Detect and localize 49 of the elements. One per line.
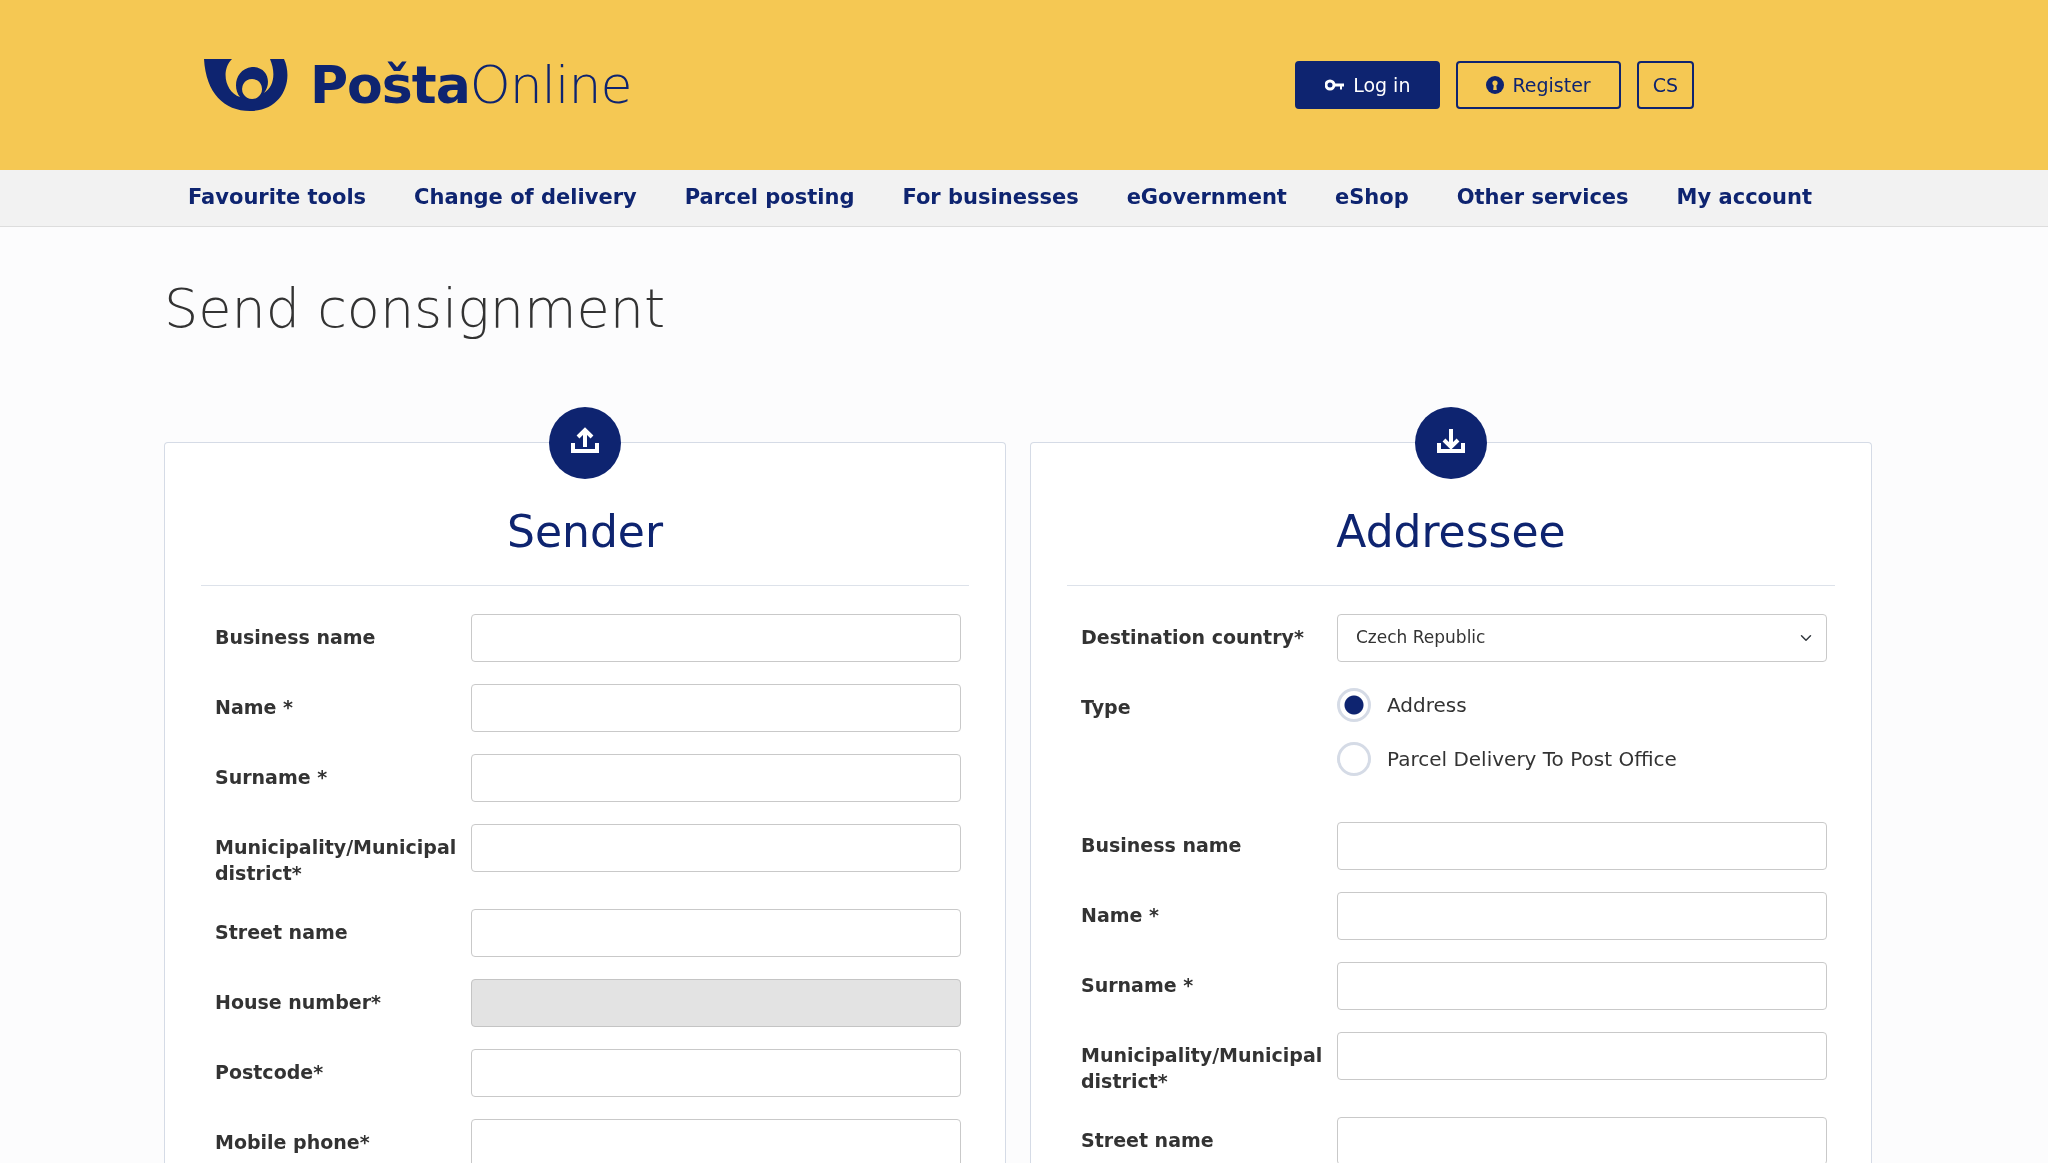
input-field[interactable] bbox=[1337, 1031, 1827, 1080]
register-button[interactable]: Register bbox=[1456, 61, 1621, 109]
field-label: Business name bbox=[215, 624, 377, 650]
field-label: Mobile phone* bbox=[215, 1130, 371, 1155]
input-field[interactable] bbox=[471, 909, 961, 957]
radio-label: Address bbox=[1387, 691, 1467, 719]
card-title: Sender bbox=[201, 442, 969, 586]
field-label: Name * bbox=[215, 694, 294, 720]
login-button[interactable]: Log in bbox=[1295, 61, 1441, 109]
field-label: Surname * bbox=[1081, 972, 1195, 998]
input-field[interactable] bbox=[471, 1049, 961, 1097]
nav-link[interactable]: My account bbox=[1676, 182, 1812, 214]
field-label: Surname * bbox=[215, 764, 329, 790]
field-label: Municipality/Municipal district* bbox=[215, 834, 458, 887]
key-icon bbox=[1325, 79, 1346, 91]
input-field[interactable] bbox=[471, 753, 961, 802]
posta-logo[interactable]: PoštaOnline bbox=[202, 46, 632, 124]
radio-label: Parcel Delivery To Post Office bbox=[1387, 745, 1677, 773]
field-label: Postcode* bbox=[215, 1060, 325, 1085]
field-label: Name * bbox=[1081, 902, 1160, 928]
field-label: House number* bbox=[215, 990, 382, 1015]
page-title: Send consignment bbox=[164, 277, 667, 342]
language-button[interactable]: CS bbox=[1636, 61, 1694, 109]
keyhole-icon bbox=[1486, 76, 1505, 94]
input-field[interactable] bbox=[471, 613, 961, 662]
field-label: Type bbox=[1081, 694, 1132, 720]
input-field[interactable] bbox=[471, 683, 961, 732]
input-field[interactable] bbox=[1337, 891, 1827, 940]
field-label: Destination country* bbox=[1081, 624, 1305, 650]
input-field[interactable] bbox=[471, 1119, 961, 1163]
input-field[interactable] bbox=[1337, 1117, 1827, 1163]
nav-link[interactable]: Parcel posting bbox=[684, 182, 855, 214]
nav-link[interactable]: eShop bbox=[1334, 182, 1409, 214]
field-label: Municipality/Municipal district* bbox=[1081, 1042, 1324, 1095]
field-label: Street name bbox=[1081, 1128, 1215, 1153]
nav-link[interactable]: Other services bbox=[1456, 182, 1629, 214]
country-dropdown[interactable]: Czech Republic bbox=[1337, 613, 1827, 662]
nav-link[interactable]: Favourite tools bbox=[188, 182, 367, 214]
nav-link[interactable]: Change of delivery bbox=[414, 182, 637, 214]
input-field[interactable] bbox=[471, 823, 961, 872]
card-title: Addressee bbox=[1067, 442, 1835, 586]
nav-link[interactable]: eGovernment bbox=[1126, 182, 1287, 214]
field-label: Street name bbox=[215, 920, 349, 945]
radio-button[interactable] bbox=[1337, 687, 1371, 722]
input-field[interactable] bbox=[1337, 961, 1827, 1010]
input-field[interactable] bbox=[1337, 821, 1827, 870]
radio-button[interactable] bbox=[1337, 741, 1371, 776]
field-label: Business name bbox=[1081, 832, 1243, 858]
nav-link[interactable]: For businesses bbox=[902, 182, 1079, 214]
